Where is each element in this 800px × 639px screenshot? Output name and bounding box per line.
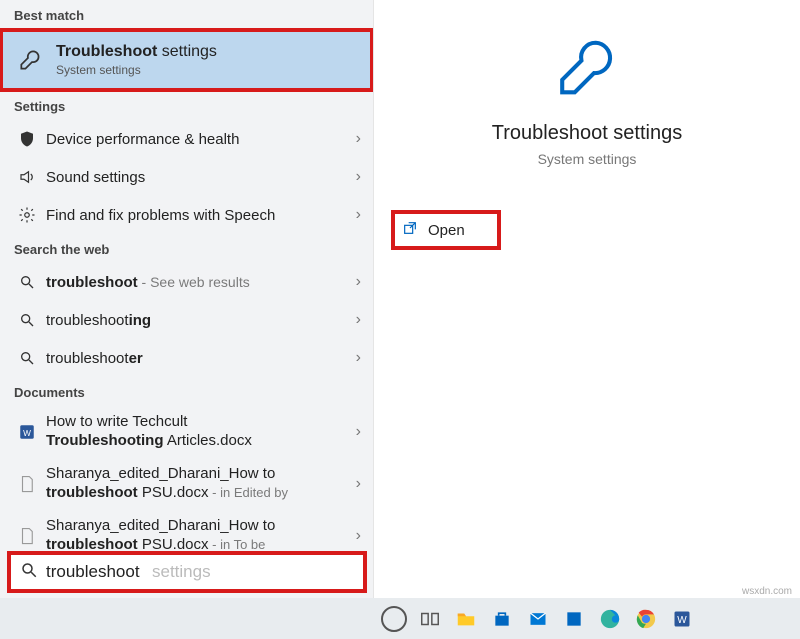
section-settings: Settings bbox=[0, 91, 373, 120]
web-item-troubleshoot[interactable]: troubleshoot - See web results › bbox=[0, 263, 373, 301]
chevron-right-icon: › bbox=[356, 527, 361, 545]
item-label: Sharanya_edited_Dharani_How to troublesh… bbox=[40, 465, 356, 503]
chevron-right-icon: › bbox=[356, 311, 361, 329]
file-explorer-icon[interactable] bbox=[452, 605, 480, 633]
wrench-icon bbox=[14, 47, 46, 73]
section-documents: Documents bbox=[0, 377, 373, 406]
open-icon bbox=[402, 220, 418, 241]
best-match-result[interactable]: Troubleshoot settings System settings bbox=[0, 29, 373, 91]
cortana-icon[interactable] bbox=[380, 605, 408, 633]
chevron-right-icon: › bbox=[356, 475, 361, 493]
chevron-right-icon: › bbox=[356, 273, 361, 291]
item-label: Sharanya_edited_Dharani_How to troublesh… bbox=[40, 517, 356, 555]
search-box[interactable]: settings bbox=[8, 552, 366, 592]
web-item-troubleshooter[interactable]: troubleshooter › bbox=[0, 339, 373, 377]
preview-wrench-icon bbox=[374, 34, 800, 104]
item-label: Device performance & health bbox=[40, 131, 356, 148]
item-label: How to write Techcult Troubleshooting Ar… bbox=[40, 413, 356, 451]
search-results-panel: Best match Troubleshoot settings System … bbox=[0, 0, 374, 598]
word-doc-icon: W bbox=[14, 423, 40, 441]
section-web: Search the web bbox=[0, 234, 373, 263]
speaker-icon bbox=[14, 168, 40, 186]
search-icon bbox=[20, 561, 38, 584]
doc-icon bbox=[14, 475, 40, 493]
word-icon[interactable]: W bbox=[668, 605, 696, 633]
preview-title: Troubleshoot settings bbox=[374, 122, 800, 145]
document-item[interactable]: W How to write Techcult Troubleshooting … bbox=[0, 406, 373, 458]
store-icon[interactable] bbox=[488, 605, 516, 633]
task-view-icon[interactable] bbox=[416, 605, 444, 633]
svg-text:W: W bbox=[23, 429, 31, 438]
svg-text:W: W bbox=[677, 615, 687, 626]
item-label: troubleshoot - See web results bbox=[40, 274, 356, 291]
settings-item-sound[interactable]: Sound settings › bbox=[0, 158, 373, 196]
gear-icon bbox=[14, 206, 40, 224]
item-label: Sound settings bbox=[40, 169, 356, 186]
chevron-right-icon: › bbox=[356, 349, 361, 367]
chevron-right-icon: › bbox=[356, 206, 361, 224]
app-icon[interactable] bbox=[560, 605, 588, 633]
web-item-troubleshooting[interactable]: troubleshooting › bbox=[0, 301, 373, 339]
preview-subtitle: System settings bbox=[374, 151, 800, 167]
search-icon bbox=[14, 350, 40, 366]
watermark: wsxdn.com bbox=[740, 586, 794, 597]
item-label: Find and fix problems with Speech bbox=[40, 207, 356, 224]
taskbar: W bbox=[0, 598, 800, 639]
best-match-text: Troubleshoot settings System settings bbox=[46, 43, 217, 77]
open-label: Open bbox=[428, 222, 465, 239]
section-best-match: Best match bbox=[0, 0, 373, 29]
chrome-icon[interactable] bbox=[632, 605, 660, 633]
search-icon bbox=[14, 312, 40, 328]
mail-icon[interactable] bbox=[524, 605, 552, 633]
item-label: troubleshooter bbox=[40, 350, 356, 367]
preview-panel: Troubleshoot settings System settings Op… bbox=[374, 0, 800, 598]
search-icon bbox=[14, 274, 40, 290]
settings-item-speech[interactable]: Find and fix problems with Speech › bbox=[0, 196, 373, 234]
settings-item-device-performance[interactable]: Device performance & health › bbox=[0, 120, 373, 158]
shield-icon bbox=[14, 130, 40, 148]
item-label: troubleshooting bbox=[40, 312, 356, 329]
chevron-right-icon: › bbox=[356, 168, 361, 186]
search-input[interactable] bbox=[46, 562, 354, 582]
doc-icon bbox=[14, 527, 40, 545]
edge-icon[interactable] bbox=[596, 605, 624, 633]
document-item[interactable]: Sharanya_edited_Dharani_How to troublesh… bbox=[0, 458, 373, 510]
open-button[interactable]: Open bbox=[392, 211, 500, 249]
chevron-right-icon: › bbox=[356, 130, 361, 148]
chevron-right-icon: › bbox=[356, 423, 361, 441]
